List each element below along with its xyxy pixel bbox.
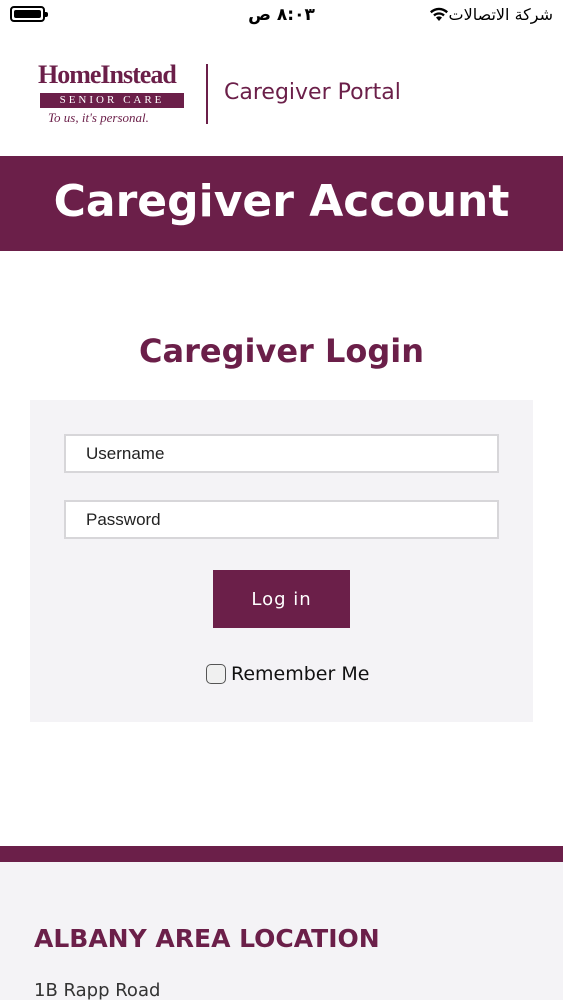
- logo-name: HomeInstead: [38, 60, 177, 89]
- footer-divider: [0, 846, 563, 862]
- login-form: Log in Remember Me: [30, 400, 533, 722]
- portal-title: Caregiver Portal: [224, 80, 401, 105]
- login-button[interactable]: Log in: [213, 570, 350, 628]
- password-input[interactable]: [64, 500, 499, 539]
- remember-me-label[interactable]: Remember Me: [231, 663, 369, 685]
- remember-me-checkbox[interactable]: [206, 664, 226, 684]
- status-bar: ٨:٠٣ ص شركة الاتصالات: [0, 0, 563, 30]
- location-title: ALBANY AREA LOCATION: [34, 924, 380, 953]
- header-divider: [206, 64, 208, 124]
- login-heading: Caregiver Login: [139, 332, 424, 370]
- logo-subtitle: SENIOR CARE: [40, 93, 184, 108]
- carrier-name: شركة الاتصالات: [448, 5, 553, 24]
- wifi-icon: [430, 7, 448, 21]
- page-title: Caregiver Account: [53, 176, 510, 227]
- username-input[interactable]: [64, 434, 499, 473]
- site-header: HomeInstead SENIOR CARE To us, it's pers…: [38, 60, 558, 130]
- location-address: 1B Rapp Road: [34, 980, 161, 1000]
- remember-me-row[interactable]: Remember Me: [206, 662, 369, 686]
- logo-tagline: To us, it's personal.: [48, 110, 149, 125]
- page-banner: Caregiver Account: [0, 156, 563, 251]
- footer: ALBANY AREA LOCATION 1B Rapp Road: [0, 862, 563, 1000]
